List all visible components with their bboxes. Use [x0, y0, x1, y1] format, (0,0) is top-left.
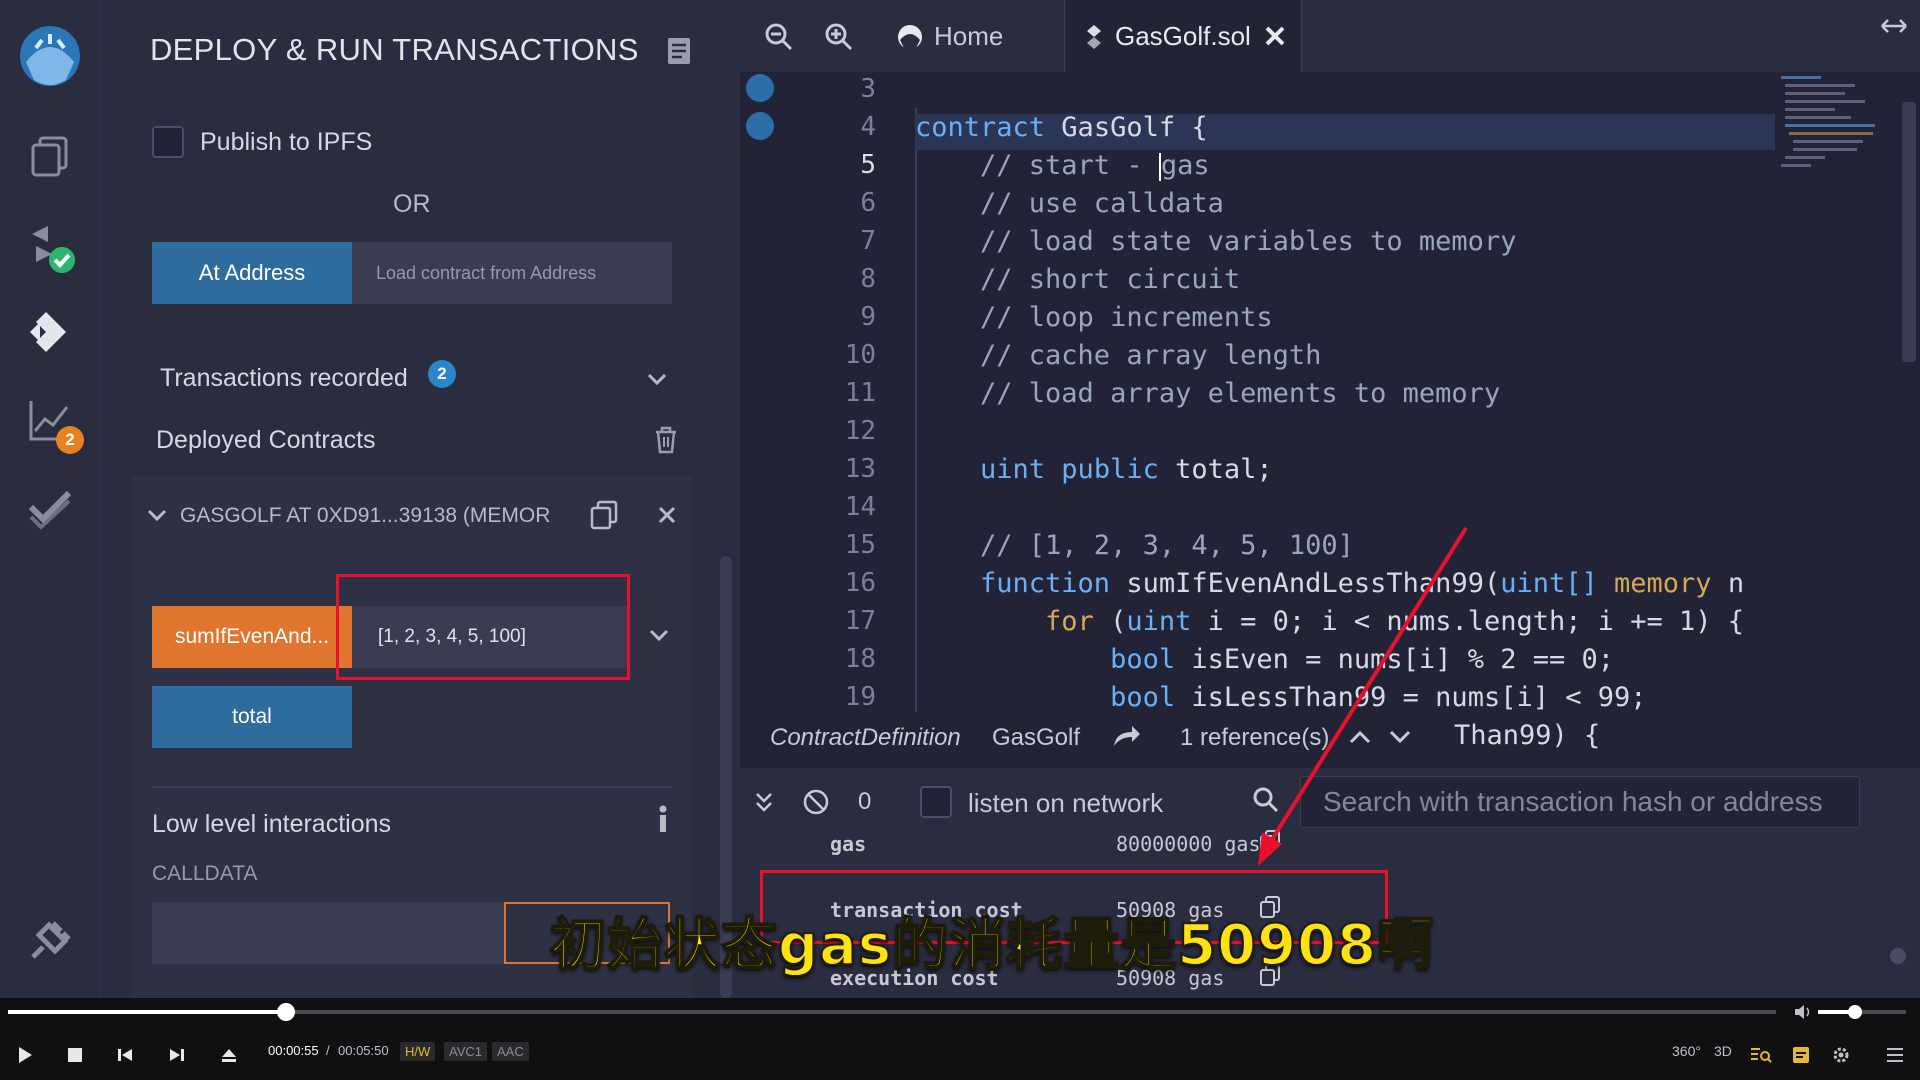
menu-icon[interactable] — [1880, 1040, 1910, 1070]
video-subtitle: 初始状态gas的消耗量是50908啊 — [549, 912, 1435, 979]
video-codec-badge: AVC1 — [444, 1042, 487, 1061]
play-icon[interactable] — [10, 1040, 40, 1070]
seek-bar[interactable] — [8, 1003, 1776, 1021]
settings-gear-icon[interactable] — [1826, 1040, 1856, 1070]
volume-slider[interactable] — [1818, 1005, 1906, 1019]
seek-progress — [8, 1010, 286, 1014]
time-current: 00:00:55 — [268, 1043, 319, 1058]
time-separator: / — [326, 1043, 330, 1058]
search-subtitle-icon[interactable] — [1746, 1040, 1776, 1070]
vr-360-toggle[interactable]: 360° — [1672, 1043, 1701, 1059]
volume-knob[interactable] — [1848, 1005, 1862, 1019]
eject-icon[interactable] — [214, 1040, 244, 1070]
previous-icon[interactable] — [110, 1040, 140, 1070]
stop-icon[interactable] — [60, 1040, 90, 1070]
3d-toggle[interactable]: 3D — [1714, 1043, 1732, 1059]
hw-decode-badge: H/W — [400, 1042, 436, 1061]
video-player-bar: 00:00:55 / 00:05:50 H/W AVC1 AAC 360° 3D — [0, 998, 1920, 1080]
audio-codec-badge: AAC — [492, 1042, 529, 1061]
time-total: 00:05:50 — [338, 1043, 389, 1058]
seek-knob[interactable] — [277, 1003, 295, 1021]
next-icon[interactable] — [162, 1040, 192, 1070]
screen: 2 DEPLOY & RUN TRANSACTIONS Publish to I… — [0, 0, 1920, 1080]
volume-icon[interactable] — [1794, 1004, 1812, 1025]
subtitle-toggle-icon[interactable] — [1786, 1040, 1816, 1070]
